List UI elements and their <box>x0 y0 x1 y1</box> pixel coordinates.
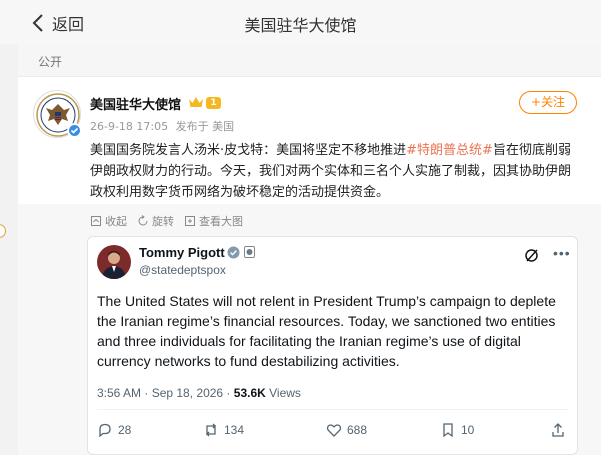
bookmark-icon <box>443 423 453 438</box>
tweet-time: 3:56 AM · Sep 18, 2026 · <box>97 386 234 400</box>
author-name[interactable]: 美国驻华大使馆 <box>90 94 181 113</box>
reply-count: 28 <box>118 423 132 437</box>
like-count: 688 <box>347 423 368 437</box>
post-timestamp: 26-9-18 17:05 <box>90 120 169 133</box>
government-seal-icon <box>244 246 255 258</box>
tweet-likes: 688 <box>326 422 367 438</box>
tweet-share <box>550 422 571 438</box>
post-text-part1: 美国国务院发言人汤米·皮戈特：美国将坚定不移地推进 <box>90 143 407 158</box>
crown-icon <box>189 97 203 107</box>
person-photo-icon <box>97 245 131 279</box>
tweet-views-count: 53.6K <box>233 386 266 400</box>
post-body: 美国国务院发言人汤米·皮戈特：美国将坚定不移地推进#特朗普总统#旨在彻底削弱伊朗… <box>90 140 582 203</box>
visibility-row: 公开 <box>18 44 601 77</box>
post-meta: 26-9-18 17:05 发布于 美国 <box>90 118 238 134</box>
tweet-text: The United States will not relent in Pre… <box>97 293 556 369</box>
rotate-icon <box>138 215 148 226</box>
top-nav-bar: 返回 美国驻华大使馆 <box>0 0 601 44</box>
bookmark-count: 10 <box>461 423 475 437</box>
post-source: 发布于 美国 <box>175 120 235 133</box>
view-large-label: 查看大图 <box>199 215 243 228</box>
repost-icon <box>206 423 216 437</box>
view-large-button[interactable]: 查看大图 <box>184 213 243 229</box>
collapse-icon <box>91 216 101 226</box>
follow-button[interactable]: +关注 <box>519 91 577 114</box>
tweet-author-name: Tommy Pigott <box>139 245 225 260</box>
hashtag-link[interactable]: #特朗普总统# <box>406 143 493 158</box>
image-actions: 收起 旋转 查看大图 <box>90 213 253 229</box>
gray-verified-icon <box>227 246 240 259</box>
tweet-reposts: 134 <box>203 422 244 438</box>
tweet-avatar <box>97 245 131 279</box>
tweet-replies: 28 <box>97 422 131 438</box>
more-options-icon: ••• <box>553 245 571 261</box>
rotate-label: 旋转 <box>152 215 174 228</box>
tweet-handle: @statedeptspox <box>139 263 226 277</box>
embedded-tweet-image[interactable]: Tommy Pigott @statedeptspox ••• The Unit… <box>87 236 578 455</box>
collapse-label: 收起 <box>105 215 127 228</box>
tweet-action-bar: 28 134 688 10 <box>88 422 579 442</box>
collapse-button[interactable]: 收起 <box>90 213 127 229</box>
rotate-button[interactable]: 旋转 <box>137 213 174 229</box>
share-icon <box>552 423 564 437</box>
heart-icon <box>326 424 342 437</box>
reply-icon <box>99 423 111 438</box>
image-panel: 收起 旋转 查看大图 Tommy Pigott @statedeptspox •… <box>18 204 601 455</box>
level-badge: 1 <box>206 97 221 109</box>
post-card: 公开 美国驻华大使馆 1 26-9-18 17:05 发布于 美国 +关注 美国… <box>18 44 601 455</box>
repost-count: 134 <box>224 423 245 437</box>
tweet-views-label: Views <box>265 386 301 400</box>
verified-badge-icon <box>67 123 82 138</box>
grok-icon <box>525 249 538 262</box>
zoom-icon <box>185 216 195 226</box>
tweet-divider <box>97 409 568 410</box>
tweet-bookmarks: 10 <box>440 422 474 438</box>
visibility-label: 公开 <box>38 55 63 69</box>
page-title: 美国驻华大使馆 <box>244 16 357 35</box>
edge-indicator-icon <box>0 224 6 238</box>
tweet-info: 3:56 AM · Sep 18, 2026 · 53.6K Views <box>97 386 301 400</box>
